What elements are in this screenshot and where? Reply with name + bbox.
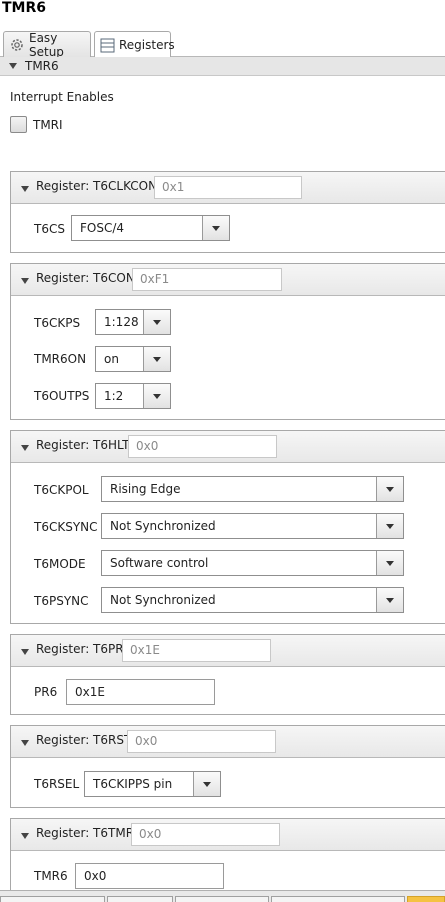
collapse-triangle-icon[interactable]: [21, 186, 29, 192]
t6ckps-value: 1:128: [104, 315, 139, 329]
register-header-t6hlt[interactable]: Register: T6HLT 0x0: [11, 431, 445, 463]
register-value-field[interactable]: 0x1E: [122, 639, 271, 662]
chevron-down-icon[interactable]: [376, 551, 403, 575]
tab-registers-label: Registers: [119, 38, 175, 52]
section-header-tmr6[interactable]: TMR6: [0, 57, 445, 76]
pr6-label: PR6: [34, 685, 58, 699]
window-title: TMR6: [2, 0, 47, 16]
register-panel-t6pr: Register: T6PR 0x1E PR6 0x1E: [10, 634, 445, 715]
t6outps-value: 1:2: [104, 389, 124, 403]
register-panel-t6tmr: Register: T6TMR 0x0 TMR6 0x0: [10, 818, 445, 893]
register-title: Register: T6RST: [36, 733, 132, 747]
section-title: TMR6: [25, 59, 59, 73]
t6psync-dropdown[interactable]: Not Synchronized: [101, 587, 404, 613]
tmr6on-value: on: [104, 352, 119, 366]
t6ckpol-value: Rising Edge: [110, 482, 181, 496]
register-header-t6pr[interactable]: Register: T6PR 0x1E: [11, 635, 445, 667]
chevron-down-icon[interactable]: [376, 514, 403, 538]
register-title: Register: T6HLT: [36, 438, 130, 452]
chevron-down-icon[interactable]: [143, 347, 170, 371]
chevron-down-icon[interactable]: [143, 384, 170, 408]
t6outps-label: T6OUTPS: [34, 389, 90, 403]
t6cs-value: FOSC/4: [80, 221, 125, 235]
t6cs-label: T6CS: [34, 222, 65, 236]
bottom-tab-strip: [0, 890, 445, 902]
tmr6on-dropdown[interactable]: on: [95, 346, 171, 372]
tab-bar: Easy Setup Registers: [0, 27, 445, 59]
t6ckps-label: T6CKPS: [34, 316, 81, 330]
register-panel-t6con: Register: T6CON 0xF1 T6CKPS 1:128 TMR6ON…: [10, 263, 445, 420]
interrupt-enables-heading: Interrupt Enables: [10, 90, 114, 104]
tmri-checkbox[interactable]: [10, 116, 27, 133]
bottom-tab-active[interactable]: [407, 896, 445, 902]
register-header-t6clkcon[interactable]: Register: T6CLKCON 0x1: [11, 172, 445, 204]
t6rsel-value: T6CKIPPS pin: [93, 777, 173, 791]
t6mode-label: T6MODE: [34, 557, 86, 571]
t6cs-dropdown[interactable]: FOSC/4: [71, 215, 230, 241]
tmr6-input[interactable]: 0x0: [75, 863, 224, 889]
bottom-tab[interactable]: [107, 896, 173, 902]
t6cksync-dropdown[interactable]: Not Synchronized: [101, 513, 404, 539]
register-header-t6con[interactable]: Register: T6CON 0xF1: [11, 264, 445, 296]
t6cksync-value: Not Synchronized: [110, 519, 216, 533]
register-title: Register: T6TMR: [36, 826, 135, 840]
chevron-down-icon[interactable]: [376, 477, 403, 501]
register-panel-t6hlt: Register: T6HLT 0x0 T6CKPOL Rising Edge …: [10, 430, 445, 624]
collapse-triangle-icon[interactable]: [21, 445, 29, 451]
chevron-down-icon[interactable]: [193, 772, 220, 796]
tab-easy-setup-label: Easy Setup: [29, 30, 64, 59]
register-value-field[interactable]: 0x0: [127, 730, 276, 753]
register-value-field[interactable]: 0x0: [131, 823, 280, 846]
register-title: Register: T6CLKCON: [36, 179, 158, 193]
t6rsel-label: T6RSEL: [34, 777, 80, 791]
bottom-tab[interactable]: [175, 896, 269, 902]
register-value-field[interactable]: 0xF1: [132, 268, 282, 291]
list-icon: [100, 38, 115, 53]
t6ckpol-label: T6CKPOL: [34, 483, 89, 497]
t6mode-value: Software control: [110, 556, 209, 570]
bottom-tab[interactable]: [271, 896, 405, 902]
collapse-triangle-icon[interactable]: [21, 740, 29, 746]
register-title: Register: T6PR: [36, 642, 124, 656]
gear-icon: [9, 37, 25, 53]
tmr6on-label: TMR6ON: [34, 352, 87, 366]
chevron-down-icon[interactable]: [376, 588, 403, 612]
collapse-triangle-icon[interactable]: [21, 278, 29, 284]
tmr6-label: TMR6: [34, 869, 68, 883]
register-value-field[interactable]: 0x1: [154, 176, 302, 199]
chevron-down-icon[interactable]: [143, 310, 170, 334]
register-header-t6rst[interactable]: Register: T6RST 0x0: [11, 726, 445, 758]
pr6-input[interactable]: 0x1E: [66, 679, 215, 705]
collapse-triangle-icon[interactable]: [9, 63, 17, 69]
bottom-tab[interactable]: [0, 896, 105, 902]
t6ckpol-dropdown[interactable]: Rising Edge: [101, 476, 404, 502]
t6cksync-label: T6CKSYNC: [34, 520, 98, 534]
tab-easy-setup[interactable]: Easy Setup: [3, 30, 91, 59]
collapse-triangle-icon[interactable]: [21, 833, 29, 839]
t6ckps-dropdown[interactable]: 1:128: [95, 309, 171, 335]
tab-registers[interactable]: Registers: [94, 31, 175, 58]
t6mode-dropdown[interactable]: Software control: [101, 550, 404, 576]
register-value-field[interactable]: 0x0: [128, 435, 277, 458]
t6rsel-dropdown[interactable]: T6CKIPPS pin: [84, 771, 221, 797]
t6psync-label: T6PSYNC: [34, 594, 89, 608]
chevron-down-icon[interactable]: [202, 216, 229, 240]
register-panel-t6rst: Register: T6RST 0x0 T6RSEL T6CKIPPS pin: [10, 725, 445, 808]
register-header-t6tmr[interactable]: Register: T6TMR 0x0: [11, 819, 445, 851]
collapse-triangle-icon[interactable]: [21, 649, 29, 655]
tmri-label: TMRI: [33, 118, 63, 132]
t6outps-dropdown[interactable]: 1:2: [95, 383, 171, 409]
register-panel-t6clkcon: Register: T6CLKCON 0x1 T6CS FOSC/4: [10, 171, 445, 253]
register-title: Register: T6CON: [36, 271, 135, 285]
t6psync-value: Not Synchronized: [110, 593, 216, 607]
